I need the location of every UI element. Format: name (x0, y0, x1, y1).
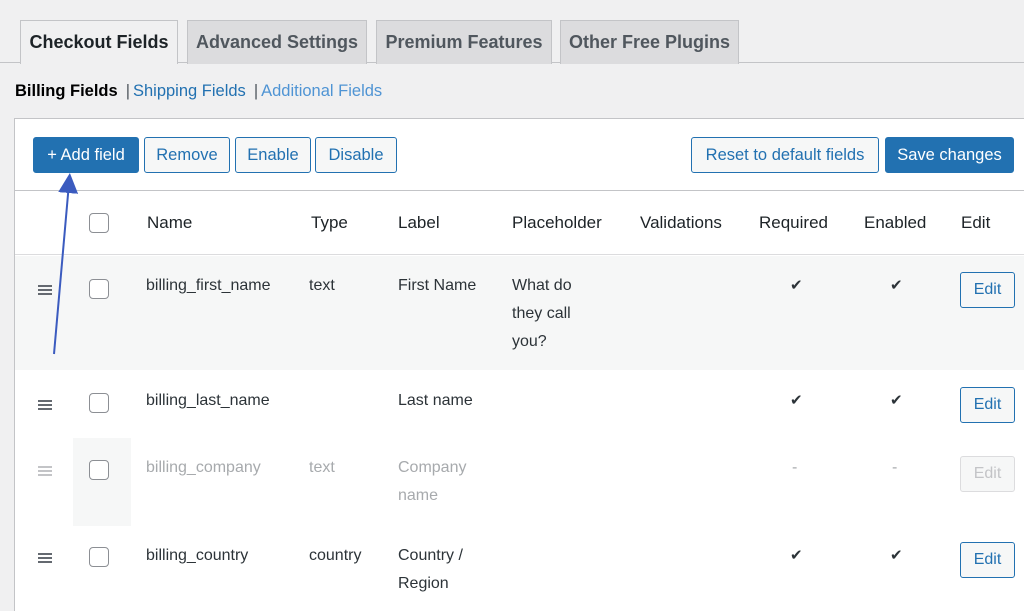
field-placeholder: What do (512, 277, 572, 294)
enabled-dash: - (892, 459, 898, 476)
tab-checkout-fields[interactable]: Checkout Fields (20, 20, 178, 64)
field-name: billing_first_name (146, 277, 271, 294)
drag-handle-icon[interactable] (38, 466, 52, 476)
row-checkbox[interactable] (89, 460, 109, 480)
column-validations: Validations (640, 213, 722, 232)
drag-handle-icon[interactable] (38, 400, 52, 410)
required-dash: - (792, 459, 798, 476)
column-type: Type (311, 213, 348, 232)
field-name: billing_last_name (146, 392, 270, 409)
required-checkmark-icon: ✔ (790, 547, 803, 564)
enabled-checkmark-icon: ✔ (890, 392, 903, 409)
subnav-shipping-fields[interactable]: Shipping Fields (133, 82, 246, 101)
enable-button[interactable]: Enable (235, 137, 311, 173)
field-type: country (309, 547, 362, 564)
field-label: Country / (398, 547, 463, 564)
enabled-checkmark-icon: ✔ (890, 547, 903, 564)
field-placeholder: you? (512, 333, 547, 350)
column-name: Name (147, 213, 193, 232)
field-label: First Name (398, 277, 477, 294)
fields-subnav: Billing Fields | Shipping Fields | Addit… (15, 80, 382, 102)
subnav-billing-fields[interactable]: Billing Fields (15, 82, 118, 101)
edit-button[interactable]: Edit (960, 542, 1015, 578)
remove-button[interactable]: Remove (144, 137, 230, 173)
table-row: billing_company text Company name - - Ed… (15, 438, 1024, 526)
drag-handle-icon[interactable] (38, 285, 52, 295)
column-placeholder: Placeholder (512, 213, 602, 232)
column-required: Required (759, 213, 828, 232)
subnav-separator: | (253, 81, 259, 100)
table-row: billing_country country Country / Region… (15, 526, 1024, 611)
disable-button[interactable]: Disable (315, 137, 397, 173)
column-edit: Edit (961, 213, 991, 232)
fields-toolbar: + Add field Remove Enable Disable Reset … (15, 119, 1024, 191)
field-name: billing_country (146, 547, 249, 564)
edit-button-disabled: Edit (960, 456, 1015, 492)
enabled-checkmark-icon: ✔ (890, 277, 903, 294)
required-checkmark-icon: ✔ (790, 277, 803, 294)
add-field-button[interactable]: + Add field (33, 137, 139, 173)
column-label: Label (398, 213, 440, 232)
select-all-checkbox[interactable] (89, 213, 109, 233)
table-row: billing_first_name text First Name What … (15, 256, 1024, 370)
field-name: billing_company (146, 459, 261, 476)
edit-button[interactable]: Edit (960, 272, 1015, 308)
column-enabled: Enabled (864, 213, 927, 232)
field-label: Last name (398, 392, 473, 409)
settings-tabs: Checkout Fields Advanced Settings Premiu… (0, 0, 1024, 64)
save-changes-button[interactable]: Save changes (885, 137, 1014, 173)
table-row: billing_last_name Last name ✔ ✔ Edit (15, 370, 1024, 438)
tab-premium-features[interactable]: Premium Features (376, 20, 552, 64)
checkbox-cell-bg (73, 438, 131, 526)
field-label: Region (398, 575, 449, 592)
row-checkbox[interactable] (89, 279, 109, 299)
field-type: text (309, 277, 335, 294)
required-checkmark-icon: ✔ (790, 392, 803, 409)
drag-handle-icon[interactable] (38, 553, 52, 563)
edit-button[interactable]: Edit (960, 387, 1015, 423)
subnav-additional-fields[interactable]: Additional Fields (261, 82, 382, 101)
reset-default-fields-button[interactable]: Reset to default fields (691, 137, 879, 173)
row-checkbox[interactable] (89, 393, 109, 413)
subnav-separator: | (125, 81, 130, 100)
field-type: text (309, 459, 335, 476)
field-label: Company (398, 459, 467, 476)
field-label: name (398, 487, 439, 504)
row-checkbox[interactable] (89, 547, 109, 567)
field-placeholder: they call (512, 305, 571, 322)
table-header: Name Type Label Placeholder Validations … (15, 191, 1024, 255)
tab-other-free-plugins[interactable]: Other Free Plugins (560, 20, 739, 64)
tab-advanced-settings[interactable]: Advanced Settings (187, 20, 367, 64)
fields-panel: + Add field Remove Enable Disable Reset … (14, 118, 1024, 611)
